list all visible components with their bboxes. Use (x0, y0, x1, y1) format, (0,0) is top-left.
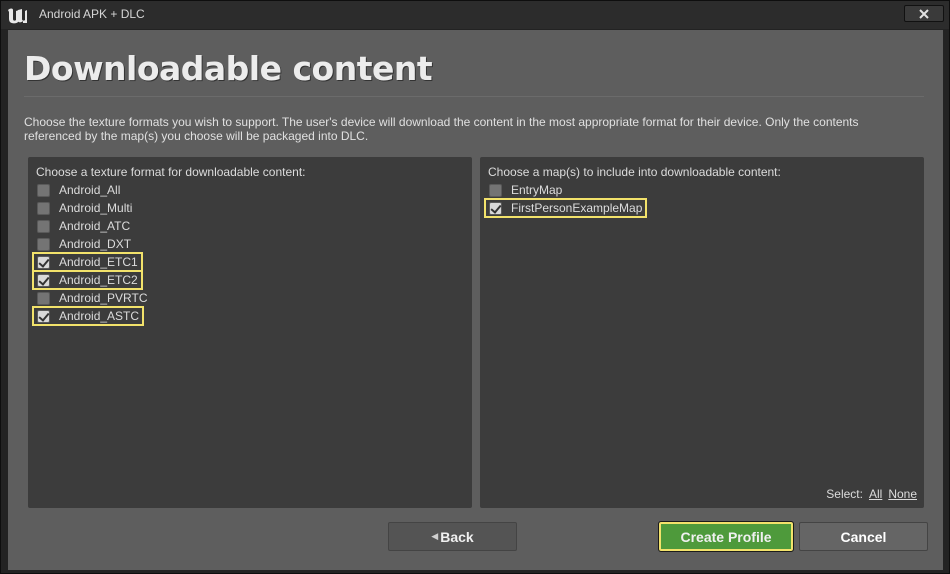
map-list: EntryMap FirstPersonExampleMap (483, 181, 648, 218)
cancel-button-label: Cancel (840, 528, 887, 545)
intro-text: Choose the texture formats you wish to s… (24, 115, 859, 143)
map-option-firstpersonexamplemap[interactable]: FirstPersonExampleMap (483, 198, 648, 218)
texture-option-android-astc[interactable]: Android_ASTC (31, 306, 145, 326)
option-label: Android_Multi (59, 201, 133, 215)
texture-option-android-multi[interactable]: Android_Multi (33, 199, 136, 217)
map-selection-panel: Choose a map(s) to include into download… (480, 157, 924, 508)
texture-option-android-dxt[interactable]: Android_DXT (33, 235, 135, 253)
texture-option-android-pvrtc[interactable]: Android_PVRTC (33, 289, 152, 307)
create-profile-label: Create Profile (680, 528, 772, 545)
option-label: Android_ASTC (59, 309, 140, 323)
cancel-button[interactable]: Cancel (799, 522, 928, 551)
option-label: EntryMap (511, 183, 563, 197)
title-bar: Android APK + DLC (1, 1, 949, 29)
unreal-engine-logo-icon (8, 8, 27, 24)
checkbox-checked[interactable] (37, 255, 50, 269)
close-icon (919, 8, 929, 19)
texture-option-android-all[interactable]: Android_All (33, 181, 124, 199)
heading-divider (24, 96, 924, 97)
select-none-link[interactable]: None (888, 487, 917, 501)
chevron-left-icon: ◀ (431, 531, 439, 541)
back-button[interactable]: ◀ Back (388, 522, 517, 551)
checkbox-checked[interactable] (37, 273, 50, 287)
select-all-link[interactable]: All (869, 487, 882, 501)
map-option-entrymap[interactable]: EntryMap (485, 181, 566, 199)
checkbox-checked[interactable] (37, 309, 50, 323)
texture-option-android-etc1[interactable]: Android_ETC1 (32, 252, 143, 272)
option-label: Android_DXT (59, 237, 132, 251)
texture-format-panel: Choose a texture format for downloadable… (28, 157, 472, 508)
checkbox[interactable] (37, 291, 50, 305)
texture-format-list: Android_All Android_Multi Android_ATC An… (31, 181, 152, 326)
checkbox[interactable] (37, 183, 50, 197)
create-profile-button[interactable]: Create Profile (658, 521, 794, 552)
map-panel-label: Choose a map(s) to include into download… (488, 165, 781, 179)
close-button[interactable] (904, 5, 944, 22)
checkbox-checked[interactable] (489, 201, 502, 215)
checkbox[interactable] (37, 201, 50, 215)
option-label: Android_ATC (59, 219, 131, 233)
content-area: Downloadable content Choose the texture … (8, 30, 943, 570)
checkbox[interactable] (37, 237, 50, 251)
back-button-label: Back (440, 528, 474, 545)
checkbox[interactable] (37, 219, 50, 233)
checkbox[interactable] (489, 183, 502, 197)
texture-option-android-atc[interactable]: Android_ATC (33, 217, 134, 235)
dialog-window: Android APK + DLC Downloadable content C… (0, 0, 950, 574)
select-label: Select: (826, 487, 863, 501)
option-label: Android_ETC1 (59, 255, 138, 269)
option-label: Android_ETC2 (59, 273, 138, 287)
window-title: Android APK + DLC (39, 7, 145, 21)
page-title: Downloadable content (24, 49, 433, 88)
option-label: Android_All (59, 183, 121, 197)
texture-panel-label: Choose a texture format for downloadable… (36, 165, 306, 179)
texture-option-android-etc2[interactable]: Android_ETC2 (32, 270, 143, 290)
select-controls: Select: All None (826, 487, 917, 501)
option-label: FirstPersonExampleMap (511, 201, 643, 215)
option-label: Android_PVRTC (59, 291, 148, 305)
